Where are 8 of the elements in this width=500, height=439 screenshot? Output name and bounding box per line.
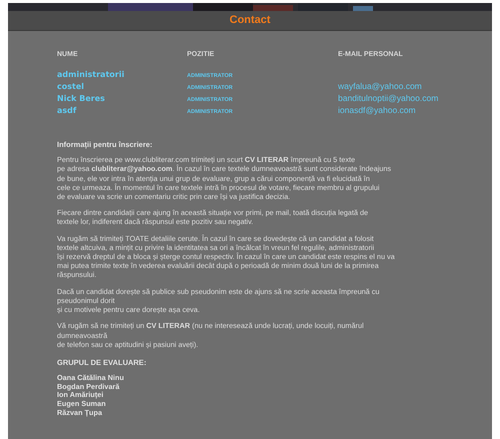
- member-name[interactable]: administratorii: [57, 70, 124, 79]
- email-link[interactable]: wayfalua@yahoo.com: [338, 81, 422, 91]
- email-link[interactable]: banditulnoptii@yahoo.com: [338, 93, 438, 103]
- member-name[interactable]: costel: [57, 82, 84, 91]
- member-name[interactable]: Nick Beres: [57, 94, 105, 103]
- page-title: Contact: [230, 13, 270, 28]
- member-name[interactable]: asdf: [57, 106, 76, 115]
- email-link[interactable]: ionasdf@yahoo.com: [338, 105, 416, 115]
